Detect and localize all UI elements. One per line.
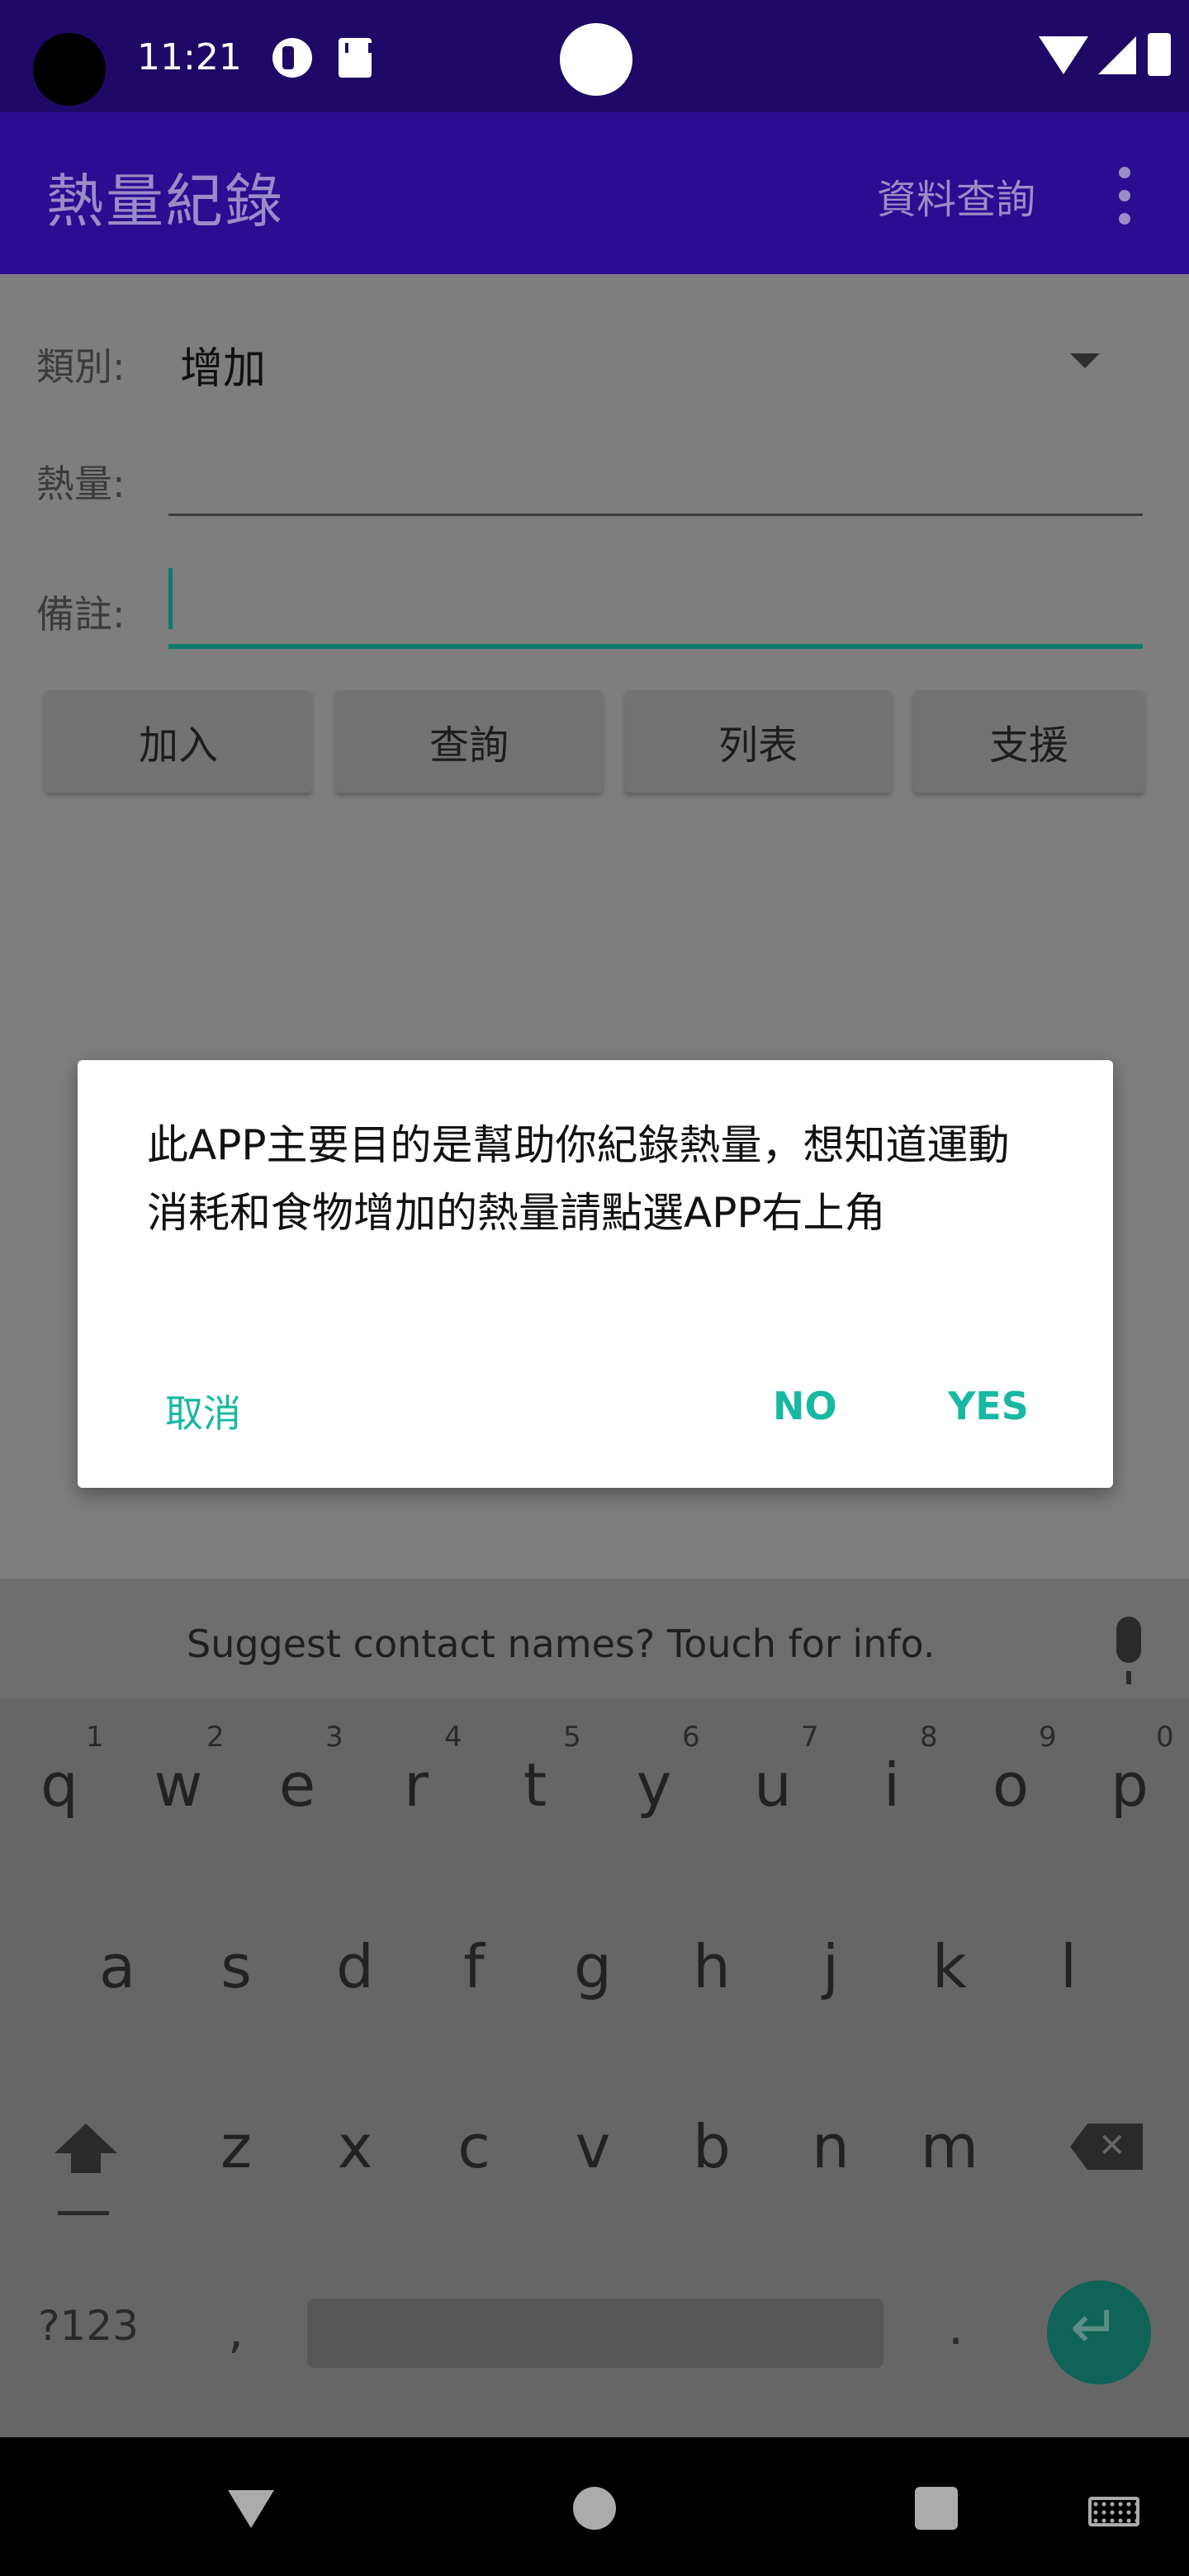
key-x[interactable]: x bbox=[325, 2112, 385, 2181]
key-n[interactable]: n bbox=[801, 2112, 860, 2181]
key-j[interactable]: j bbox=[801, 1932, 860, 2001]
info-dialog: 此APP主要目的是幫助你紀錄熱量，想知道運動消耗和食物增加的熱量請點選APP右上… bbox=[78, 1060, 1113, 1488]
key-q[interactable]: q bbox=[30, 1750, 89, 1820]
navigation-bar bbox=[0, 2437, 1189, 2576]
key-t[interactable]: t bbox=[505, 1750, 565, 1820]
key-hint: 6 bbox=[682, 1721, 700, 1754]
shift-icon-stem[interactable] bbox=[71, 2152, 101, 2173]
battery-icon bbox=[1148, 33, 1171, 76]
key-b[interactable]: b bbox=[682, 2112, 741, 2181]
camera-cutout bbox=[33, 33, 106, 106]
dialog-message: 此APP主要目的是幫助你紀錄熱量，想知道運動消耗和食物增加的熱量請點選APP右上… bbox=[147, 1121, 1010, 1237]
status-time: 11:21 bbox=[137, 36, 242, 78]
suggestion-strip[interactable]: Suggest contact names? Touch for info. bbox=[0, 1579, 1189, 1699]
key-hint: 0 bbox=[1156, 1721, 1174, 1754]
overflow-menu-icon[interactable] bbox=[1115, 167, 1135, 225]
key-v[interactable]: v bbox=[563, 2112, 623, 2181]
app-title: 熱量紀錄 bbox=[46, 168, 284, 235]
query-button[interactable]: 查詢 bbox=[335, 690, 603, 793]
key-hint: 9 bbox=[1039, 1721, 1057, 1754]
key-r[interactable]: r bbox=[386, 1750, 446, 1820]
key-hint: 1 bbox=[86, 1721, 104, 1754]
microphone-icon[interactable] bbox=[1116, 1617, 1141, 1684]
backspace-icon[interactable] bbox=[1070, 2124, 1143, 2170]
no-button[interactable]: NO bbox=[773, 1384, 837, 1428]
key-hint: 3 bbox=[325, 1721, 343, 1754]
notification-icon bbox=[272, 38, 312, 78]
home-icon[interactable] bbox=[573, 2487, 616, 2530]
add-button[interactable]: 加入 bbox=[45, 690, 312, 793]
key-l[interactable]: l bbox=[1039, 1932, 1098, 2001]
status-bar: 11:21 bbox=[0, 0, 1189, 112]
key-c[interactable]: c bbox=[444, 2112, 504, 2181]
key-f[interactable]: f bbox=[444, 1932, 504, 2001]
category-label: 類別: bbox=[36, 344, 126, 389]
key-s[interactable]: s bbox=[206, 1932, 266, 2001]
app-bar: 熱量紀錄 資料查詢 bbox=[0, 112, 1189, 274]
comma-key[interactable]: , bbox=[228, 2302, 244, 2360]
wifi-icon bbox=[1039, 36, 1088, 74]
note-input[interactable] bbox=[168, 644, 1143, 649]
key-u[interactable]: u bbox=[743, 1750, 803, 1820]
key-e[interactable]: e bbox=[268, 1750, 327, 1820]
period-key[interactable]: . bbox=[948, 2299, 964, 2356]
shift-lock-indicator bbox=[58, 2211, 109, 2215]
support-button[interactable]: 支援 bbox=[913, 690, 1144, 793]
key-p[interactable]: p bbox=[1100, 1750, 1159, 1820]
status-indicator-icon bbox=[560, 23, 632, 96]
key-a[interactable]: a bbox=[88, 1932, 147, 2001]
note-label: 備註: bbox=[36, 592, 126, 637]
key-hint: 7 bbox=[801, 1721, 819, 1754]
soft-keyboard: Suggest contact names? Touch for info. q… bbox=[0, 1579, 1189, 2437]
key-w[interactable]: w bbox=[149, 1750, 208, 1820]
dropdown-arrow-icon[interactable] bbox=[1070, 353, 1100, 368]
suggestion-text[interactable]: Suggest contact names? Touch for info. bbox=[187, 1622, 936, 1666]
enter-key-icon[interactable] bbox=[1047, 2280, 1151, 2384]
list-button[interactable]: 列表 bbox=[624, 690, 892, 793]
key-g[interactable]: g bbox=[563, 1932, 623, 2001]
key-h[interactable]: h bbox=[682, 1932, 741, 2001]
key-hint: 8 bbox=[920, 1721, 938, 1754]
key-y[interactable]: y bbox=[624, 1750, 684, 1820]
key-i[interactable]: i bbox=[862, 1750, 921, 1820]
calories-input[interactable] bbox=[168, 514, 1143, 516]
key-d[interactable]: d bbox=[325, 1932, 385, 2001]
data-query-menu-item[interactable]: 資料查詢 bbox=[877, 167, 1035, 225]
category-spinner[interactable]: 增加 bbox=[180, 334, 266, 395]
key-hint: 2 bbox=[206, 1721, 225, 1754]
back-icon[interactable] bbox=[228, 2490, 274, 2528]
space-bar[interactable] bbox=[307, 2299, 883, 2368]
key-z[interactable]: z bbox=[206, 2112, 266, 2181]
key-hint: 5 bbox=[563, 1721, 581, 1754]
key-hint: 4 bbox=[444, 1721, 462, 1754]
symbols-key[interactable]: ?123 bbox=[38, 2302, 139, 2350]
text-cursor bbox=[168, 568, 173, 629]
recent-apps-icon[interactable] bbox=[915, 2487, 958, 2530]
calories-label: 熱量: bbox=[36, 462, 126, 506]
key-o[interactable]: o bbox=[981, 1750, 1040, 1820]
key-k[interactable]: k bbox=[920, 1932, 979, 2001]
keyboard-switch-icon[interactable] bbox=[1088, 2497, 1139, 2526]
cancel-button[interactable]: 取消 bbox=[165, 1384, 241, 1438]
sd-card-icon bbox=[339, 38, 372, 78]
yes-button[interactable]: YES bbox=[948, 1384, 1029, 1428]
signal-icon bbox=[1098, 36, 1136, 74]
shift-icon[interactable] bbox=[54, 2124, 117, 2153]
key-m[interactable]: m bbox=[920, 2112, 979, 2181]
